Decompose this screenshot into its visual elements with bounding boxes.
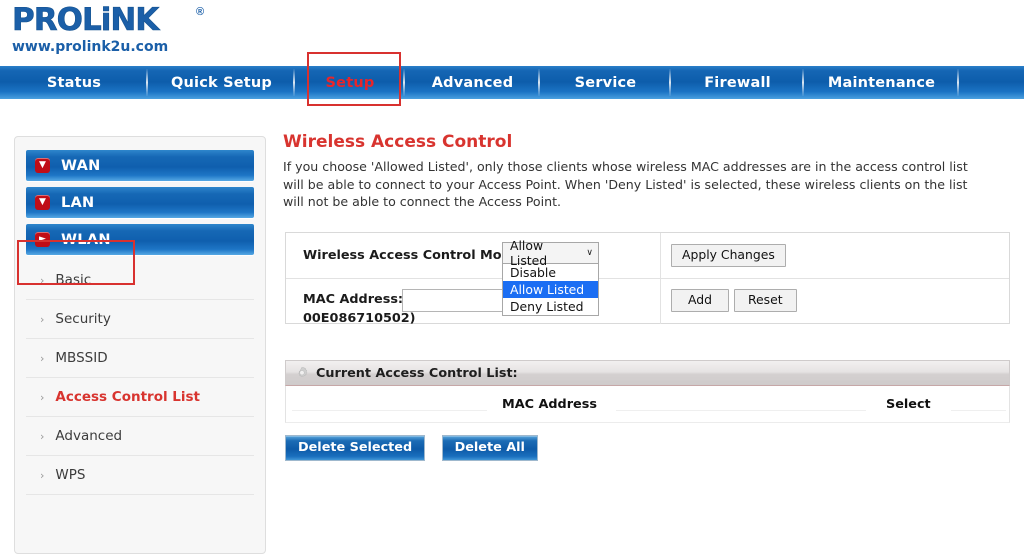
nav-item-label: Firewall — [704, 74, 771, 91]
nav-item-maintenance[interactable]: Maintenance — [804, 66, 959, 99]
nav-item-label: Advanced — [431, 74, 514, 91]
mode-option-disable[interactable]: Disable — [503, 264, 598, 281]
mac-address-label: MAC Address: — [303, 292, 404, 307]
reset-button[interactable]: Reset — [734, 289, 797, 312]
sidebar-subitem-label: Access Control List — [55, 389, 201, 405]
form-divider — [660, 233, 661, 278]
delete-all-button[interactable]: Delete All — [441, 435, 538, 461]
mode-select-options[interactable]: Disable Allow Listed Deny Listed — [502, 264, 599, 316]
nav-item-label: Setup — [325, 74, 375, 91]
sidebar-subitem-wps[interactable]: › WPS — [26, 456, 254, 495]
sidebar-subitem-mbssid[interactable]: › MBSSID — [26, 339, 254, 378]
brand-logo-text: PROLiNK — [12, 2, 160, 39]
sidebar-subitem-label: MBSSID — [55, 350, 108, 366]
nav-item-label: Status — [46, 74, 102, 91]
acl-panel-title: Current Access Control List: — [316, 365, 518, 381]
sidebar-subitem-label: WPS — [55, 467, 86, 483]
sidebar-item-wlan[interactable]: ► WLAN — [26, 224, 254, 255]
nav-item-status[interactable]: Status — [0, 66, 148, 99]
mode-option-allow-listed[interactable]: Allow Listed — [503, 281, 598, 298]
sidebar-subitem-label: Security — [55, 311, 111, 327]
main-navigation: Status Quick Setup Setup Advanced Service Fir… — [0, 66, 1024, 99]
chevron-right-icon: › — [40, 429, 45, 443]
access-control-form: Wireless Access Control Mode: Apply Chan… — [285, 232, 1010, 326]
nav-item-service[interactable]: Service — [540, 66, 671, 99]
acl-panel-header: Current Access Control List: — [285, 360, 1010, 386]
nav-item-label: Maintenance — [827, 74, 936, 91]
page-title: Wireless Access Control — [283, 132, 513, 152]
add-button[interactable]: Add — [671, 289, 729, 312]
sidebar-subitem-security[interactable]: › Security — [26, 300, 254, 339]
mode-select-trigger[interactable]: Allow Listed ∨ — [502, 238, 599, 268]
nav-item-spacer — [959, 66, 1024, 99]
sidebar-item-lan[interactable]: ▼ LAN — [26, 187, 254, 218]
nav-item-setup[interactable]: Setup — [295, 66, 405, 99]
gear-icon — [298, 366, 308, 377]
acl-table-header: MAC Address Select — [285, 386, 1010, 423]
chevron-right-icon: › — [40, 390, 45, 404]
registered-mark: ® — [196, 6, 205, 18]
mac-address-hint: 00E086710502) — [303, 311, 416, 326]
page-description: If you choose 'Allowed Listed', only tho… — [283, 159, 968, 209]
form-divider — [660, 279, 661, 324]
sidebar-subitem-basic[interactable]: › Basic — [26, 261, 254, 300]
logo-header: PROLiNK ® www.prolink2u.com — [0, 0, 1024, 66]
sidebar-item-label: WAN — [61, 157, 101, 174]
header-rule-left — [292, 410, 487, 411]
chevron-right-icon: › — [40, 468, 45, 482]
chevron-down-icon: ▼ — [35, 158, 50, 173]
sidebar-subitem-label: Advanced — [55, 428, 123, 444]
nav-item-firewall[interactable]: Firewall — [671, 66, 804, 99]
apply-changes-button[interactable]: Apply Changes — [671, 244, 786, 267]
chevron-right-icon: ► — [35, 232, 50, 247]
mode-label: Wireless Access Control Mode: — [303, 248, 525, 263]
chevron-right-icon: › — [40, 273, 45, 287]
sidebar-subitem-access-control-list[interactable]: › Access Control List — [26, 378, 254, 417]
chevron-right-icon: › — [40, 312, 45, 326]
column-header-select: Select — [886, 397, 931, 412]
delete-selected-button[interactable]: Delete Selected — [285, 435, 426, 461]
access-control-mode-select[interactable]: Allow Listed ∨ Disable Allow Listed Deny L… — [502, 238, 599, 316]
header-rule-mid — [616, 410, 866, 411]
main-content: Wireless Access Control If you choose 'A… — [283, 132, 1013, 461]
header-rule-right — [951, 410, 1006, 411]
nav-item-label: Quick Setup — [170, 74, 273, 91]
column-header-mac-address: MAC Address — [502, 397, 597, 412]
chevron-down-icon: ∨ — [586, 248, 593, 258]
acl-action-buttons: Delete Selected Delete All — [285, 435, 538, 461]
form-row-mode: Wireless Access Control Mode: Apply Chan… — [286, 233, 1009, 279]
nav-item-quick-setup[interactable]: Quick Setup — [148, 66, 295, 99]
sidebar-item-wan[interactable]: ▼ WAN — [26, 150, 254, 181]
nav-item-label: Service — [574, 74, 637, 91]
sidebar-item-label: WLAN — [61, 231, 111, 248]
nav-item-advanced[interactable]: Advanced — [405, 66, 540, 99]
sidebar-subitem-advanced[interactable]: › Advanced — [26, 417, 254, 456]
mode-option-deny-listed[interactable]: Deny Listed — [503, 298, 598, 315]
sidebar-item-label: LAN — [61, 194, 95, 211]
form-row-mac: MAC Address: 00E086710502) Add Reset — [286, 279, 1009, 326]
chevron-right-icon: › — [40, 351, 45, 365]
brand-url: www.prolink2u.com — [12, 39, 169, 55]
sidebar-subitem-label: Basic — [55, 272, 92, 288]
chevron-down-icon: ▼ — [35, 195, 50, 210]
sidebar: ▼ WAN ▼ LAN ► WLAN › Basic › Security › MBSSID › Acce… — [14, 136, 266, 554]
current-access-control-list-panel: Current Access Control List: MAC Address… — [285, 360, 1010, 423]
